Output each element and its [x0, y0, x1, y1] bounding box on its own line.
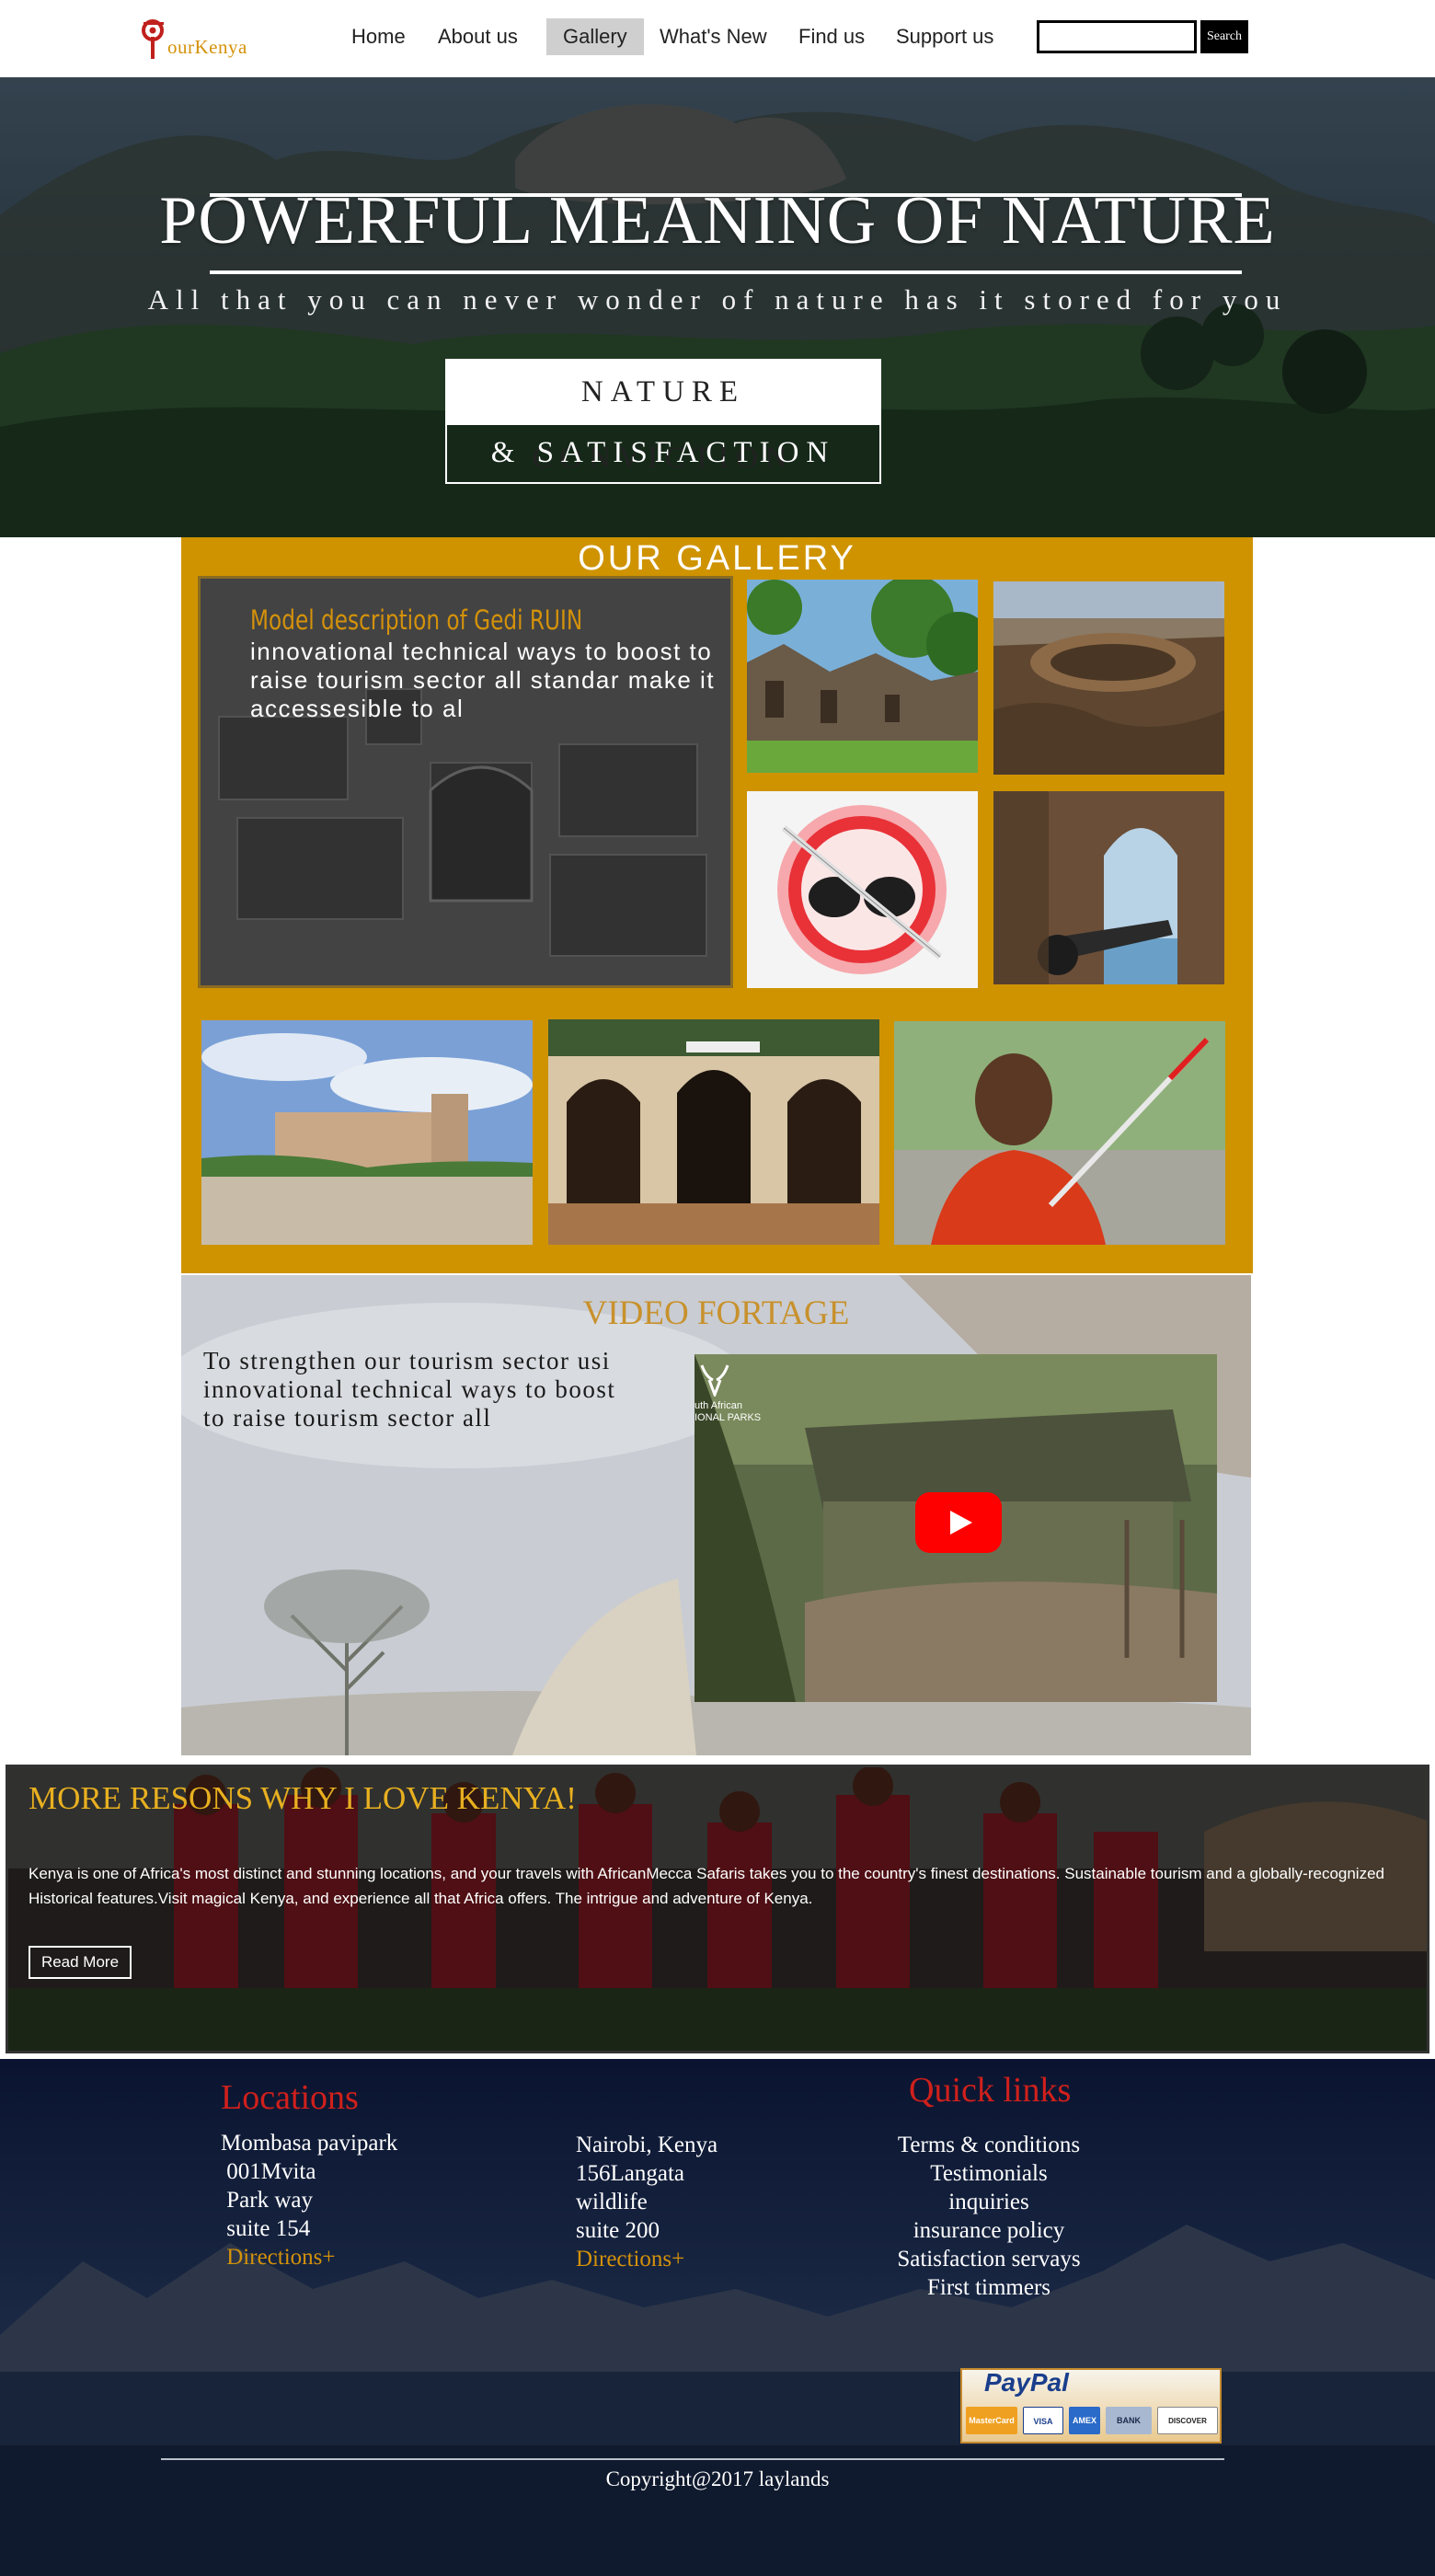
nav-find-us[interactable]: Find us — [782, 18, 881, 55]
location-mombasa: Mombasa pavipark 001Mvita Park way suite… — [221, 2129, 397, 2271]
crater-aerial-photo — [993, 581, 1224, 775]
location-line: wildlife — [576, 2190, 648, 2214]
quick-link-insurance[interactable]: insurance policy — [874, 2216, 1104, 2245]
nav-home[interactable]: Home — [335, 18, 422, 55]
copyright: Copyright@2017 laylands — [605, 2467, 830, 2490]
gallery-image-person-with-cane[interactable] — [894, 1021, 1225, 1245]
hero-rule-bottom — [210, 270, 1242, 274]
quick-link-terms[interactable]: Terms & conditions — [874, 2131, 1104, 2159]
gallery-image-crater[interactable] — [993, 581, 1224, 775]
mastercard-icon: MasterCard — [966, 2407, 1017, 2434]
gallery-image-gedi-ruins[interactable] — [747, 580, 978, 773]
location-nairobi: Nairobi, Kenya 156Langata wildlife suite… — [576, 2131, 718, 2273]
nav-whats-new[interactable]: What's New — [643, 18, 784, 55]
hero-subtitle: All that you can never wonder of nature … — [147, 283, 1288, 316]
braille-sunglasses-graphic — [747, 791, 978, 988]
gallery-feature-text: innovational technical ways to boost to … — [250, 638, 716, 722]
gedi-ruins-photo — [747, 580, 978, 773]
locations-title: Locations — [221, 2078, 359, 2117]
hero-title: POWERFUL MEANING OF NATURE — [159, 183, 1276, 259]
hero-nature-conviction-box: NATURE CONVICTION — [445, 359, 881, 475]
video-section: VIDEO FORTAGE To strengthen our tourism … — [181, 1275, 1251, 1755]
gallery-image-museum-entrance[interactable] — [548, 1019, 879, 1245]
gallery-image-fort-cannon[interactable] — [993, 791, 1224, 984]
site-logo[interactable]: ourKenya — [140, 15, 247, 61]
footer: Locations Mombasa pavipark 001Mvita Park… — [0, 2059, 1435, 2576]
hero-banner: POWERFUL MEANING OF NATURE All that you … — [0, 77, 1435, 537]
video-player[interactable]: uth African IONAL PARKS — [695, 1354, 1217, 1702]
video-title: VIDEO FORTAGE — [582, 1294, 850, 1332]
location-line: suite 154 — [221, 2216, 311, 2241]
quick-links-title: Quick links — [909, 2071, 1072, 2110]
quick-link-satisfaction[interactable]: Satisfaction servays — [874, 2245, 1104, 2273]
location-line: Park way — [221, 2188, 313, 2213]
read-more-button[interactable]: Read More — [29, 1946, 132, 1979]
location-line: suite 200 — [576, 2218, 660, 2243]
logo-icon — [142, 19, 164, 59]
search-input[interactable] — [1037, 20, 1197, 53]
quick-links-list: Terms & conditions Testimonials inquirie… — [874, 2131, 1104, 2302]
search-button[interactable]: Search — [1200, 20, 1248, 53]
nav-gallery[interactable]: Gallery — [546, 18, 644, 55]
smiling-person-with-cane-photo — [894, 1021, 1225, 1245]
youtube-play-icon[interactable] — [915, 1492, 1002, 1553]
directions-link-mombasa[interactable]: Directions+ — [221, 2243, 397, 2271]
top-nav: ourKenya Home About us Gallery What's Ne… — [0, 0, 1435, 77]
hero-satisfaction-box: & SATISFACTION — [445, 425, 881, 484]
paypal-logo: PayPal — [984, 2368, 1069, 2397]
gallery-image-braille-sunglasses[interactable] — [747, 791, 978, 988]
coastal-fort-photo — [201, 1020, 533, 1245]
nav-support-us[interactable]: Support us — [879, 18, 1010, 55]
nav-about-us[interactable]: About us — [421, 18, 534, 55]
discover-icon: DISCOVER — [1157, 2407, 1218, 2434]
visa-icon: VISA — [1023, 2407, 1063, 2434]
gallery-feature-tile[interactable]: Model description of Gedi RUIN innovatio… — [198, 576, 733, 988]
video-channel-badge: uth African IONAL PARKS — [695, 1400, 762, 1423]
location-line: 156Langata — [576, 2161, 685, 2186]
fort-cannon-photo — [993, 791, 1224, 984]
gallery-section: OUR GALLERY Model description of Gedi RU… — [181, 537, 1253, 1273]
location-line: Mombasa pavipark — [221, 2131, 398, 2156]
payment-methods-badge: PayPal MasterCard VISA AMEX BANK DISCOVE… — [960, 2368, 1222, 2444]
location-line: Nairobi, Kenya — [576, 2133, 718, 2157]
reasons-section: MORE RESONS WHY I LOVE KENYA! Kenya is o… — [6, 1765, 1429, 2053]
logo-text: ourKenya — [167, 36, 247, 58]
quick-link-first-timers[interactable]: First timmers — [874, 2273, 1104, 2302]
footer-divider — [161, 2458, 1224, 2460]
amex-icon: AMEX — [1069, 2407, 1100, 2434]
museum-entrance-photo — [548, 1019, 879, 1245]
location-line: 001Mvita — [221, 2159, 316, 2184]
bank-icon: BANK — [1106, 2407, 1152, 2434]
quick-link-testimonials[interactable]: Testimonials — [874, 2159, 1104, 2188]
video-description: To strengthen our tourism sector usi inn… — [203, 1347, 616, 1432]
reasons-title: MORE RESONS WHY I LOVE KENYA! — [29, 1780, 577, 1816]
gallery-image-coastal-fort[interactable] — [201, 1020, 533, 1245]
reasons-body: Kenya is one of Africa's most distinct a… — [29, 1865, 1384, 1907]
gallery-feature-heading: Model description of Gedi RUIN — [250, 604, 583, 636]
quick-link-inquiries[interactable]: inquiries — [874, 2188, 1104, 2216]
south-african-national-parks-logo-icon — [700, 1364, 729, 1397]
directions-link-nairobi[interactable]: Directions+ — [576, 2245, 718, 2273]
gallery-title: OUR GALLERY — [578, 539, 856, 578]
